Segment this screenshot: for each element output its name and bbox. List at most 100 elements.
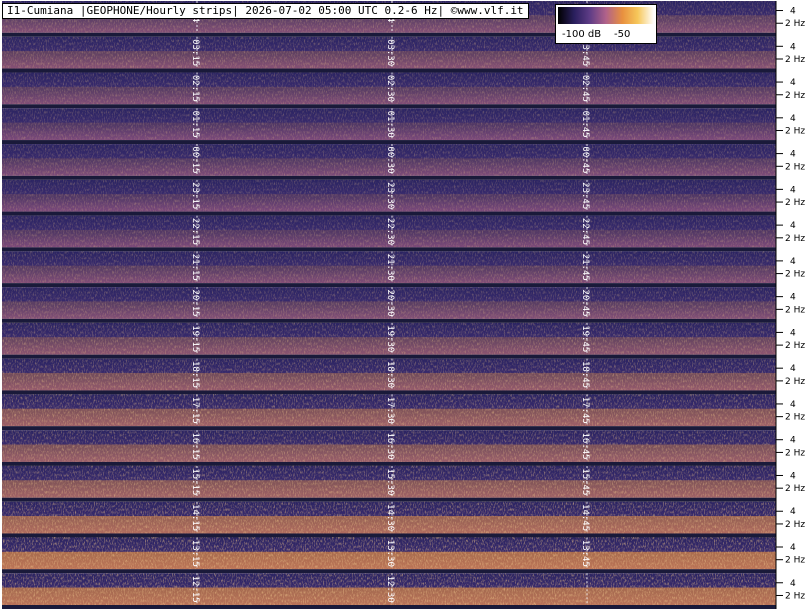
strip-13: 13:15 13:30 13:45 bbox=[2, 537, 776, 574]
strip-separator bbox=[2, 354, 776, 359]
strip-time-label: 16:30 bbox=[385, 433, 395, 460]
strip-time-label: 02:45 bbox=[580, 75, 590, 102]
strip-separator bbox=[2, 318, 776, 323]
frequency-tick-label: 4 bbox=[790, 42, 796, 52]
frequency-tick-label: 2 Hz bbox=[785, 127, 805, 137]
frequency-tick-label: 4 bbox=[790, 507, 796, 517]
strip-time-label: 23:45 bbox=[580, 182, 590, 209]
strip-separator bbox=[2, 211, 776, 216]
strip-time-label: 19:45 bbox=[580, 325, 590, 352]
strip-time-label: 21:15 bbox=[190, 254, 200, 281]
strip-separator bbox=[2, 390, 776, 395]
strip-22: 22:15 22:30 22:45 bbox=[2, 215, 776, 252]
strip-time-label: 03:15 bbox=[190, 39, 200, 66]
strip-03: 03:15 03:30 03:45 bbox=[2, 36, 776, 73]
frequency-tick-label: 4 bbox=[790, 150, 796, 160]
strip-time-label: 03:30 bbox=[385, 39, 395, 66]
frequency-tick-label: 4 bbox=[790, 78, 796, 88]
strip-time-label: 00:15 bbox=[190, 146, 200, 173]
strip-23: 23:15 23:30 23:45 bbox=[2, 179, 776, 216]
strip-time-label: 14:15 bbox=[190, 504, 200, 531]
strip-time-label: 20:15 bbox=[190, 289, 200, 316]
frequency-tick-label: 2 Hz bbox=[785, 341, 805, 351]
strip-time-label: 16:15 bbox=[190, 433, 200, 460]
strip-time-label: 22:30 bbox=[385, 218, 395, 245]
strip-separator bbox=[2, 605, 776, 609]
strip-separator bbox=[2, 497, 776, 502]
strip-separator bbox=[2, 533, 776, 538]
frequency-tick-label: 4 bbox=[790, 185, 796, 195]
frequency-tick-label: 2 Hz bbox=[785, 305, 805, 315]
frequency-tick-label: 4 bbox=[790, 114, 796, 124]
strip-time-label: 21:30 bbox=[385, 254, 395, 281]
strip-time-label: 13:45 bbox=[580, 540, 590, 567]
strip-19: 19:15 19:30 19:45 bbox=[2, 322, 776, 359]
strip-time-label: 18:30 bbox=[385, 361, 395, 388]
strip-time-label: 01:30 bbox=[385, 111, 395, 138]
frequency-tick-label: 4 bbox=[790, 293, 796, 303]
strip-time-label: 02:15 bbox=[190, 75, 200, 102]
strip-time-label: 23:15 bbox=[190, 182, 200, 209]
strip-01: 01:15 01:30 01:45 bbox=[2, 108, 776, 145]
strip-time-label: 17:45 bbox=[580, 397, 590, 424]
strip-12: 12:15 12:30 bbox=[2, 573, 776, 609]
frequency-tick-label: 4 bbox=[790, 471, 796, 481]
frequency-tick-label: 2 Hz bbox=[785, 556, 805, 566]
spectrogram-plot: 040403:1503:3003:4502:1502:3002:4501:150… bbox=[0, 0, 812, 611]
frequency-tick-label: 4 bbox=[790, 257, 796, 267]
frequency-tick-label: 2 Hz bbox=[785, 270, 805, 280]
color-scale-high-label: -50 bbox=[614, 29, 631, 40]
frequency-tick-label: 2 Hz bbox=[785, 377, 805, 387]
frequency-tick-label: 2 Hz bbox=[785, 91, 805, 101]
strip-time-label: 00:45 bbox=[580, 146, 590, 173]
strip-15: 15:15 15:30 15:45 bbox=[2, 465, 776, 502]
strip-separator bbox=[2, 104, 776, 109]
strip-time-label: 22:15 bbox=[190, 218, 200, 245]
strip-time-label: 19:15 bbox=[190, 325, 200, 352]
strip-time-label: 14:30 bbox=[385, 504, 395, 531]
strip-time-label: 20:45 bbox=[580, 289, 590, 316]
frequency-tick-label: 2 Hz bbox=[785, 55, 805, 65]
frequency-tick-label: 4 bbox=[790, 221, 796, 231]
frequency-tick-label: 2 Hz bbox=[785, 19, 805, 29]
color-scale-low-label: -100 dB bbox=[562, 29, 602, 40]
frequency-tick-label: 2 Hz bbox=[785, 198, 805, 208]
strip-time-label: 01:15 bbox=[190, 111, 200, 138]
strip-18: 18:15 18:30 18:45 bbox=[2, 358, 776, 395]
strip-00: 00:15 00:30 00:45 bbox=[2, 144, 776, 180]
strip-02: 02:15 02:30 02:45 bbox=[2, 72, 776, 109]
strip-time-label: 20:30 bbox=[385, 289, 395, 316]
strip-time-label: 18:45 bbox=[580, 361, 590, 388]
frequency-tick-label: 2 Hz bbox=[785, 484, 805, 494]
strip-separator bbox=[2, 569, 776, 574]
frequency-tick-label: 2 Hz bbox=[785, 413, 805, 423]
frequency-tick-label: 4 bbox=[790, 400, 796, 410]
strip-time-label: 18:15 bbox=[190, 361, 200, 388]
strip-separator bbox=[2, 426, 776, 431]
strip-time-label: 17:30 bbox=[385, 397, 395, 424]
strip-time-label: 22:45 bbox=[580, 218, 590, 245]
strip-separator bbox=[2, 247, 776, 252]
strip-separator bbox=[2, 283, 776, 288]
strip-time-label: 00:30 bbox=[385, 146, 395, 173]
frequency-tick-label: 2 Hz bbox=[785, 234, 805, 244]
frequency-tick-label: 4 bbox=[790, 328, 796, 338]
strip-separator bbox=[2, 461, 776, 466]
strip-time-label: 23:30 bbox=[385, 182, 395, 209]
strip-14: 14:15 14:30 14:45 bbox=[2, 501, 776, 538]
strip-21: 21:15 21:30 21:45 bbox=[2, 251, 776, 288]
frequency-tick-label: 4 bbox=[790, 579, 796, 589]
strip-16: 16:15 16:30 16:45 bbox=[2, 430, 776, 466]
frequency-tick-label: 2 Hz bbox=[785, 162, 805, 172]
strip-time-label: 02:30 bbox=[385, 75, 395, 102]
strip-time-label: 21:45 bbox=[580, 254, 590, 281]
strip-separator bbox=[2, 140, 776, 145]
frequency-tick-label: 2 Hz bbox=[785, 448, 805, 458]
frequency-tick-label: 4 bbox=[790, 364, 796, 374]
color-scale-gradient bbox=[558, 7, 654, 24]
strip-20: 20:15 20:30 20:45 bbox=[2, 287, 776, 323]
strip-time-label: 01:45 bbox=[580, 111, 590, 138]
strip-separator bbox=[2, 68, 776, 73]
chart-title: I1-Cumiana |GEOPHONE/Hourly strips| 2026… bbox=[2, 3, 529, 19]
strip-time-label: 15:30 bbox=[385, 468, 395, 495]
